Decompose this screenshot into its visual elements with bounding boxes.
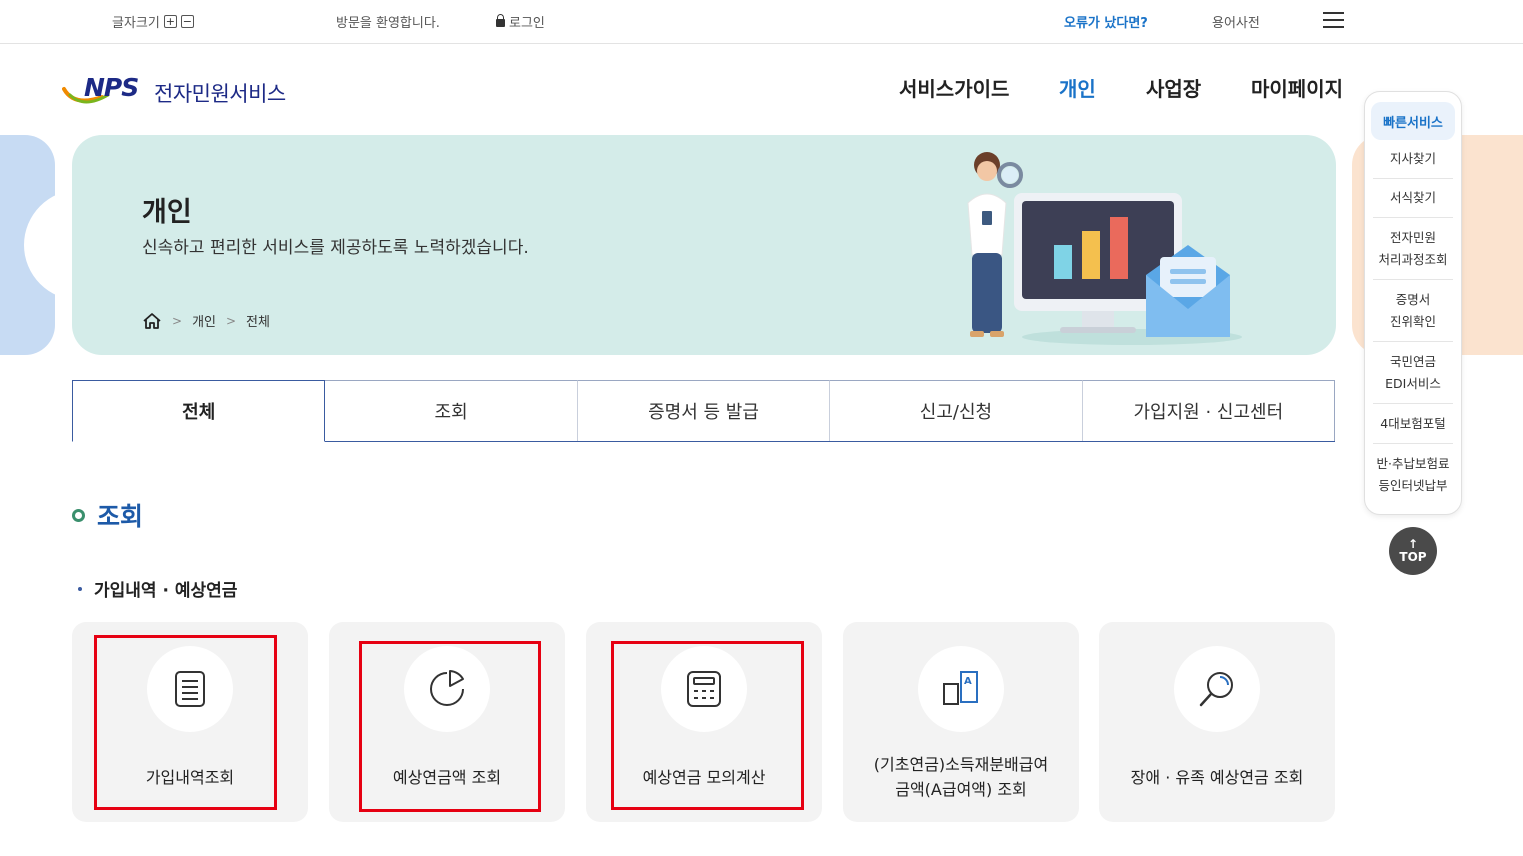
welcome-text: 방문을 환영합니다.	[336, 12, 440, 31]
quick-service-title: 빠른서비스	[1371, 102, 1455, 140]
page-banner: 개인 신속하고 편리한 서비스를 제공하도록 노력하겠습니다. > 개인 > 전…	[72, 135, 1336, 355]
quick-item-online-payment[interactable]: 반·추납보험료 등인터넷납부	[1373, 444, 1453, 506]
nav-personal[interactable]: 개인	[1059, 73, 1096, 102]
dot-bullet-icon	[78, 586, 82, 591]
logo-text: 전자민원서비스	[154, 82, 286, 106]
breadcrumb-personal[interactable]: 개인	[192, 311, 216, 330]
card-label: 장애 · 유족 예상연금 조회	[1130, 768, 1304, 787]
quick-item-edi-service[interactable]: 국민연금 EDI서비스	[1373, 342, 1453, 404]
home-icon[interactable]	[142, 312, 162, 330]
font-plus-button[interactable]: +	[163, 15, 177, 28]
subsection-title: 가입내역 · 예상연금	[78, 576, 237, 601]
site-header: NPS 전자민원서비스 서비스가이드 개인 사업장 마이페이지	[0, 45, 1523, 135]
circle-bullet-icon	[72, 508, 85, 522]
page-subtitle: 신속하고 편리한 서비스를 제공하도록 노력하겠습니다.	[142, 238, 529, 258]
login-label: 로그인	[509, 16, 545, 31]
nav-mypage[interactable]: 마이페이지	[1251, 73, 1343, 102]
error-report-label: 오류가 났다면?	[1064, 16, 1148, 31]
card-basic-pension-benefit[interactable]: A (기초연금)소득재분배급여 금액(A급여액) 조회	[843, 622, 1079, 822]
menu-icon[interactable]	[1323, 12, 1344, 28]
card-label-line2: 금액(A급여액) 조회	[895, 780, 1027, 799]
quick-item-branch-finder[interactable]: 지사찾기	[1373, 140, 1453, 179]
subsection-title-label: 가입내역 · 예상연금	[94, 581, 238, 601]
login-link[interactable]: 로그인	[496, 12, 545, 31]
quick-item-petition-status[interactable]: 전자민원 처리과정조회	[1373, 218, 1453, 280]
utility-bar: 글자크기 + − 방문을 환영합니다. 로그인 오류가 났다면? 용어사전	[0, 0, 1523, 44]
tab-all[interactable]: 전체	[72, 380, 326, 442]
quick-item-certificate-verify[interactable]: 증명서 진위확인	[1373, 280, 1453, 342]
quick-service-menu: 빠른서비스 지사찾기 서식찾기 전자민원 처리과정조회 증명서 진위확인 국민연…	[1364, 91, 1462, 515]
tab-support-center[interactable]: 가입지원 · 신고센터	[1082, 380, 1336, 441]
logo-mark-text: NPS	[84, 73, 139, 102]
svg-text:A: A	[964, 676, 972, 687]
section-title-label: 조회	[97, 502, 144, 531]
top-button-label: TOP	[1399, 550, 1427, 564]
nav-business[interactable]: 사업장	[1146, 73, 1201, 102]
section-title: 조회	[72, 497, 143, 533]
category-tabs: 전체 조회 증명서 등 발급 신고/신청 가입지원 · 신고센터	[72, 380, 1336, 442]
card-disability-survivor-pension[interactable]: 장애 · 유족 예상연금 조회	[1099, 622, 1335, 822]
breadcrumb-all[interactable]: 전체	[246, 311, 270, 330]
glossary-link[interactable]: 용어사전	[1212, 12, 1260, 31]
font-size-control: 글자크기 + −	[112, 12, 194, 31]
scroll-top-button[interactable]: ↑ TOP	[1389, 527, 1437, 575]
highlight-box	[611, 641, 804, 810]
glossary-label: 용어사전	[1212, 16, 1260, 31]
font-size-label: 글자크기	[112, 16, 160, 31]
tab-certificate[interactable]: 증명서 등 발급	[577, 380, 831, 441]
breadcrumb: > 개인 > 전체	[142, 311, 270, 330]
lock-icon	[496, 14, 505, 27]
card-label: (기초연금)소득재분배급여	[873, 755, 1049, 774]
quick-item-insurance-portal[interactable]: 4대보험포털	[1373, 404, 1453, 444]
banner-deco-left	[0, 135, 134, 355]
site-logo[interactable]: NPS 전자민원서비스	[62, 73, 286, 113]
page-title: 개인	[142, 197, 192, 228]
magnifier-icon	[1174, 646, 1260, 732]
tab-inquiry[interactable]: 조회	[325, 380, 578, 441]
tab-report-apply[interactable]: 신고/신청	[830, 380, 1083, 441]
nav-service-guide[interactable]: 서비스가이드	[899, 73, 1009, 102]
a-benefit-icon: A	[918, 646, 1004, 732]
banner-illustration	[967, 152, 1242, 345]
quick-item-form-finder[interactable]: 서식찾기	[1373, 179, 1453, 218]
highlight-box	[359, 641, 541, 812]
nps-logo-icon: NPS	[62, 73, 150, 113]
highlight-box	[94, 635, 277, 810]
error-report-link[interactable]: 오류가 났다면?	[1064, 12, 1148, 31]
font-minus-button[interactable]: −	[180, 15, 194, 28]
chevron-right-icon: >	[225, 313, 237, 328]
welcome-label: 방문을 환영합니다.	[336, 16, 440, 31]
chevron-right-icon: >	[172, 313, 183, 328]
